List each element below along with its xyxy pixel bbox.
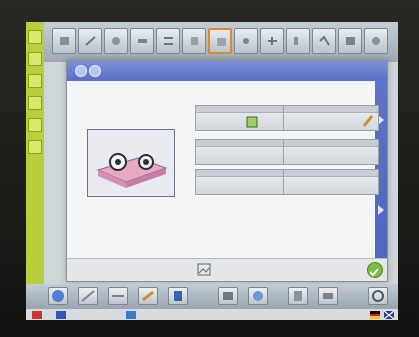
flag-icon <box>384 311 394 319</box>
bottom-button[interactable] <box>218 287 238 305</box>
param-field-1[interactable] <box>195 105 291 131</box>
dialog-header <box>67 61 387 81</box>
dialog-title <box>177 65 317 77</box>
sidebar-button[interactable] <box>28 118 42 132</box>
toolbar-button-5[interactable] <box>156 28 180 54</box>
edit-icon <box>142 290 154 302</box>
tool-icon <box>372 290 384 302</box>
toolbar-button-3[interactable] <box>104 28 128 54</box>
param-label <box>284 106 378 113</box>
toolbar-button-12[interactable] <box>338 28 362 54</box>
bottom-button[interactable] <box>318 287 338 305</box>
bottom-button[interactable] <box>138 287 158 305</box>
tool-icon <box>223 292 233 300</box>
tool-icon <box>85 36 96 46</box>
tool-icon <box>268 37 277 45</box>
back-button[interactable] <box>75 65 87 77</box>
sidebar-button[interactable] <box>28 74 42 88</box>
tool-icon <box>164 37 173 45</box>
part-preview <box>87 129 175 197</box>
param-label <box>196 140 290 147</box>
parameter-dialog <box>66 60 388 282</box>
flag-icon <box>370 311 380 319</box>
preview-caption <box>79 101 165 109</box>
tool-icon <box>294 37 298 45</box>
tool-icon <box>217 38 226 46</box>
bottom-button[interactable] <box>78 287 98 305</box>
bottom-button[interactable] <box>288 287 308 305</box>
toolbar-button-6[interactable] <box>182 28 206 54</box>
param-field-5[interactable] <box>195 169 291 195</box>
bottom-button[interactable] <box>248 287 268 305</box>
top-toolbar <box>26 22 398 62</box>
sidebar-button[interactable] <box>28 52 42 66</box>
status-icon <box>126 311 136 319</box>
toolbar-button-11[interactable] <box>312 28 336 54</box>
param-label <box>284 140 378 147</box>
status-icon <box>32 311 42 319</box>
toolbar-button-10[interactable] <box>286 28 310 54</box>
part-drawing-icon <box>96 153 168 188</box>
toolbar-button-7[interactable] <box>208 28 232 54</box>
param-label <box>284 170 378 177</box>
checkmark-icon <box>369 268 379 277</box>
tool-icon <box>319 36 330 46</box>
pencil-icon[interactable] <box>362 114 374 128</box>
image-icon <box>246 116 258 128</box>
status-icon <box>56 311 66 319</box>
toolbar-button-4[interactable] <box>130 28 154 54</box>
status-bar <box>26 308 398 320</box>
tool-icon <box>81 290 95 302</box>
globe-icon <box>52 290 64 302</box>
scroll-next-icon[interactable] <box>378 205 384 215</box>
toolbar-button-1[interactable] <box>52 28 76 54</box>
tool-icon <box>138 39 147 43</box>
toolbar-button-8[interactable] <box>234 28 258 54</box>
toolbar-button-9[interactable] <box>260 28 284 54</box>
bottom-button[interactable] <box>168 287 188 305</box>
tool-icon <box>112 295 124 297</box>
tool-icon <box>174 291 182 301</box>
tool-icon <box>112 37 120 45</box>
param-field-2[interactable] <box>283 105 379 131</box>
param-label <box>196 106 290 113</box>
tool-icon <box>243 38 249 44</box>
ok-button[interactable] <box>367 262 383 278</box>
forward-button[interactable] <box>89 65 101 77</box>
tool-icon <box>372 37 380 45</box>
param-field-3[interactable] <box>195 139 291 165</box>
bottom-button[interactable] <box>368 287 388 305</box>
bottom-toolbar <box>26 284 398 308</box>
tool-icon <box>294 291 302 301</box>
screen <box>26 22 398 320</box>
dialog-footer <box>67 258 387 281</box>
tool-icon <box>346 37 355 45</box>
bottom-button[interactable] <box>48 287 68 305</box>
param-field-4[interactable] <box>283 139 379 165</box>
tool-icon <box>253 291 263 301</box>
tool-icon <box>191 37 198 45</box>
left-sidebar <box>26 22 44 292</box>
sidebar-button[interactable] <box>28 96 42 110</box>
tool-icon <box>323 293 333 299</box>
param-field-6[interactable] <box>283 169 379 195</box>
sidebar-button[interactable] <box>28 30 42 44</box>
bottom-button[interactable] <box>108 287 128 305</box>
toolbar-button-13[interactable] <box>364 28 388 54</box>
tool-icon <box>60 37 69 45</box>
toolbar-button-2[interactable] <box>78 28 102 54</box>
image-icon[interactable] <box>197 263 211 276</box>
param-label <box>196 170 290 177</box>
sidebar-button[interactable] <box>28 140 42 154</box>
